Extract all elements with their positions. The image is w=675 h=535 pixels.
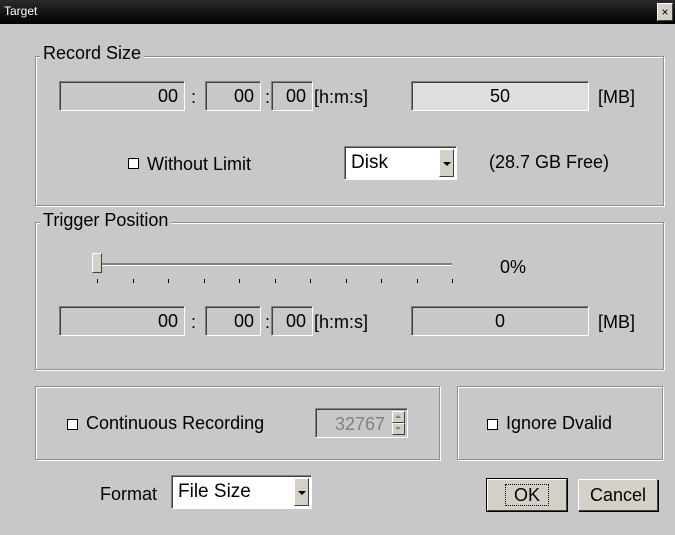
slider-tick — [346, 279, 347, 283]
slider-tick — [168, 279, 169, 283]
time-unit-label: [h:m:s] — [314, 87, 369, 107]
free-space-label: (28.7 GB Free) — [489, 152, 610, 172]
size-unit-label: [MB] — [598, 312, 636, 332]
without-limit-label: Without Limit — [147, 154, 252, 174]
slider-tick — [275, 279, 276, 283]
continuous-recording-checkbox[interactable] — [67, 419, 78, 430]
time-separator: : — [265, 87, 271, 107]
trigger-percent-label: 0% — [500, 257, 527, 277]
slider-tick — [381, 279, 382, 283]
ok-button-label: OK — [504, 484, 549, 506]
chevron-down-icon[interactable] — [294, 478, 309, 506]
ignore-dvalid-label: Ignore Dvalid — [506, 413, 613, 433]
record-seconds-field[interactable]: 00 — [271, 81, 313, 111]
format-select[interactable]: File Size — [171, 475, 312, 509]
time-unit-label: [h:m:s] — [314, 312, 369, 332]
window-title: Target — [4, 4, 38, 18]
chevron-down-icon[interactable] — [439, 149, 454, 177]
trigger-hours-field[interactable]: 00 — [59, 306, 185, 336]
ok-button[interactable]: OK — [486, 478, 568, 512]
target-select-value: Disk — [351, 152, 388, 173]
ignore-dvalid-checkbox[interactable] — [487, 419, 498, 430]
target-select[interactable]: Disk — [344, 146, 457, 180]
slider-tick — [310, 279, 311, 283]
trigger-minutes-field[interactable]: 00 — [205, 306, 261, 336]
trigger-position-group — [35, 222, 664, 370]
slider-tick — [97, 279, 98, 283]
slider-tick — [452, 279, 453, 283]
time-separator: : — [191, 87, 197, 107]
trigger-slider-track[interactable] — [97, 263, 452, 266]
trigger-size-mb-field[interactable]: 0 — [411, 306, 589, 336]
record-size-group — [35, 56, 664, 206]
cancel-button[interactable]: Cancel — [578, 479, 658, 511]
size-unit-label: [MB] — [598, 87, 636, 107]
record-size-mb-field[interactable]: 50 — [411, 81, 589, 111]
slider-tick — [204, 279, 205, 283]
without-limit-checkbox[interactable] — [128, 158, 139, 169]
slider-tick — [133, 279, 134, 283]
trigger-seconds-field[interactable]: 00 — [271, 306, 313, 336]
continuous-recording-label: Continuous Recording — [86, 413, 265, 433]
record-minutes-field[interactable]: 00 — [205, 81, 261, 111]
record-hours-field[interactable]: 00 — [59, 81, 185, 111]
slider-tick — [417, 279, 418, 283]
time-separator: : — [191, 312, 197, 332]
trigger-position-title: Trigger Position — [40, 210, 172, 231]
trigger-slider-thumb[interactable] — [92, 253, 102, 273]
spin-up-icon[interactable] — [392, 411, 405, 423]
continuous-count-spinner[interactable]: 32767 — [315, 408, 408, 438]
format-select-value: File Size — [178, 481, 251, 502]
time-separator: : — [265, 312, 271, 332]
format-label: Format — [100, 484, 158, 504]
slider-tick — [239, 279, 240, 283]
spin-down-icon[interactable] — [392, 423, 405, 435]
continuous-count-value: 32767 — [334, 414, 385, 434]
close-icon[interactable]: × — [657, 3, 673, 21]
record-size-title: Record Size — [40, 43, 145, 64]
target-dialog: Target × Record Size 00 : 00 : 00 [h:m:s… — [0, 0, 675, 535]
title-bar: Target × — [0, 0, 675, 24]
